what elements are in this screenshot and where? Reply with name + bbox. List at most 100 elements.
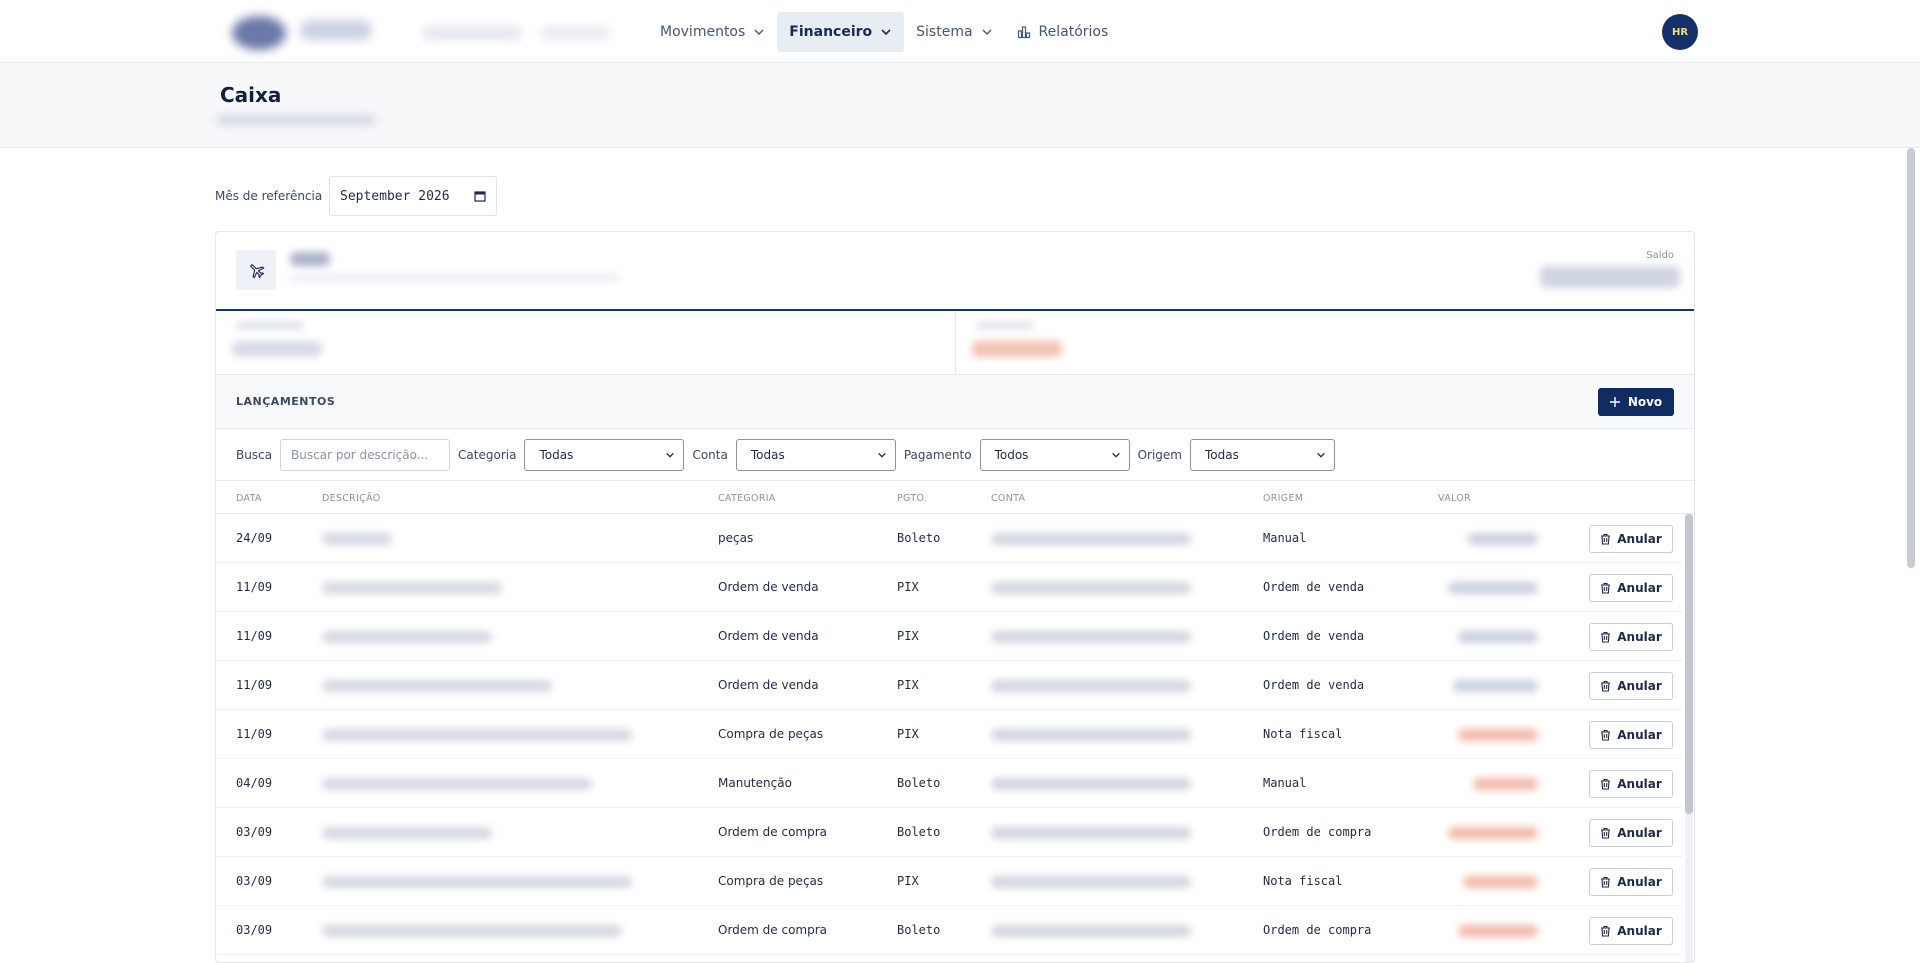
account-summary: Saldo: [216, 232, 1694, 311]
pagamento-value: Todos: [994, 447, 1029, 462]
row-categoria: Manutenção: [718, 776, 792, 790]
row-conta: [991, 582, 1191, 594]
table-header: DATA DESCRIÇÃO CATEGORIA PGTO. CONTA ORI…: [216, 481, 1694, 514]
row-pgto: Boleto: [897, 531, 941, 545]
row-categoria: Compra de peças: [718, 727, 824, 741]
row-valor: [1463, 876, 1538, 888]
categoria-select[interactable]: Todas: [524, 438, 685, 471]
table-row: 11/09 Ordem de venda PIX Ordem de venda Anul…: [216, 612, 1682, 661]
anular-button[interactable]: Anular: [1589, 868, 1673, 896]
bar-chart-icon: [1017, 26, 1030, 39]
nav-relatorios-label: Relatórios: [1038, 24, 1109, 40]
airplane-icon: [236, 250, 276, 290]
row-pgto: Boleto: [897, 825, 941, 839]
trash-icon: [1601, 680, 1611, 692]
origem-label: Origem: [1137, 447, 1182, 462]
user-avatar[interactable]: HR: [1662, 14, 1698, 50]
row-categoria: Compra de peças: [718, 874, 824, 888]
anular-button[interactable]: Anular: [1589, 819, 1673, 847]
row-categoria: peças: [718, 531, 754, 545]
row-descricao: [322, 680, 552, 692]
anular-button[interactable]: Anular: [1589, 917, 1673, 945]
main-nav: Movimentos Financeiro Sistema Relatórios: [648, 12, 1120, 52]
row-conta: [991, 876, 1191, 888]
row-conta: [991, 533, 1191, 545]
table-row: 03/09 Ordem de compra Boleto Ordem de compr…: [216, 808, 1682, 857]
nav-financeiro[interactable]: Financeiro: [777, 12, 905, 52]
col-conta: CONTA: [991, 493, 1026, 504]
table-scroll-thumb[interactable]: [1685, 514, 1693, 814]
row-origem: Ordem de compra: [1263, 923, 1372, 937]
anular-label: Anular: [1617, 532, 1662, 546]
nav-relatorios[interactable]: Relatórios: [1005, 12, 1121, 52]
anular-button[interactable]: Anular: [1589, 672, 1673, 700]
novo-button[interactable]: Novo: [1598, 388, 1674, 416]
pagamento-select[interactable]: Todos: [979, 438, 1130, 471]
entradas-value: [232, 341, 322, 357]
nav-sistema[interactable]: Sistema: [904, 12, 1004, 52]
trash-icon: [1601, 925, 1611, 937]
row-origem: Ordem de venda: [1263, 580, 1365, 594]
row-valor: [1458, 729, 1538, 741]
table-row: 03/09 Compra de peças PIX Nota fiscal Anular: [216, 857, 1682, 906]
nav-movimentos[interactable]: Movimentos: [648, 12, 777, 52]
row-valor: [1468, 533, 1538, 545]
main-content: Mês de referência September 2026 Saldo L…: [0, 148, 1920, 963]
row-data: 11/09: [236, 629, 273, 643]
row-pgto: PIX: [897, 874, 919, 888]
col-pgto: PGTO.: [897, 493, 928, 504]
nav-sistema-label: Sistema: [916, 24, 973, 40]
lancamentos-header: LANÇAMENTOS Novo: [216, 375, 1694, 429]
saldo-label: Saldo: [1646, 250, 1674, 261]
categoria-label: Categoria: [458, 447, 517, 462]
brand-logo[interactable]: [222, 8, 630, 62]
row-origem: Ordem de compra: [1263, 825, 1372, 839]
pagamento-label: Pagamento: [903, 447, 972, 462]
page-scrollbar[interactable]: [1906, 148, 1916, 963]
saldo-value: [1540, 266, 1680, 288]
trash-icon: [1601, 778, 1611, 790]
col-origem: ORIGEM: [1263, 493, 1304, 504]
anular-button[interactable]: Anular: [1589, 525, 1673, 553]
table-scrollbar[interactable]: [1685, 514, 1693, 962]
table-row: 11/09 Compra de peças PIX Nota fiscal Anular: [216, 710, 1682, 759]
trash-icon: [1601, 582, 1611, 594]
row-pgto: PIX: [897, 727, 919, 741]
account-subtitle: [290, 274, 620, 282]
breadcrumb: [216, 114, 376, 126]
monthly-stats: [216, 311, 1694, 375]
anular-label: Anular: [1617, 630, 1662, 644]
anular-button[interactable]: Anular: [1589, 721, 1673, 749]
conta-select[interactable]: Todas: [735, 438, 896, 471]
trash-icon: [1601, 729, 1611, 741]
row-descricao: [322, 827, 492, 839]
row-valor: [1458, 925, 1538, 937]
busca-input[interactable]: Buscar por descrição...: [280, 438, 451, 471]
reference-month-input[interactable]: September 2026: [329, 176, 497, 216]
row-conta: [991, 778, 1191, 790]
lancamentos-title: LANÇAMENTOS: [236, 395, 336, 408]
table-row: 24/09 peças Boleto Manual Anular: [216, 514, 1682, 563]
table-row: 04/09 Manutenção Boleto Manual Anular: [216, 759, 1682, 808]
row-data: 03/09: [236, 874, 273, 888]
reference-month-value: September 2026: [340, 188, 450, 204]
row-descricao: [322, 631, 492, 643]
anular-button[interactable]: Anular: [1589, 574, 1673, 602]
anular-button[interactable]: Anular: [1589, 623, 1673, 651]
categoria-value: Todas: [539, 447, 574, 462]
row-descricao: [322, 876, 632, 888]
row-origem: Nota fiscal: [1263, 874, 1343, 888]
calendar-icon[interactable]: [474, 190, 486, 202]
origem-select[interactable]: Todas: [1190, 438, 1335, 471]
page-scroll-thumb[interactable]: [1907, 148, 1915, 568]
anular-button[interactable]: Anular: [1589, 770, 1673, 798]
busca-label: Busca: [236, 447, 273, 462]
row-valor: [1473, 778, 1538, 790]
row-data: 03/09: [236, 923, 273, 937]
trash-icon: [1601, 827, 1611, 839]
col-valor: VALOR: [1438, 493, 1471, 504]
chevron-down-icon: [878, 452, 886, 458]
row-data: 24/09: [236, 531, 273, 545]
reference-month-label: Mês de referência: [215, 189, 323, 203]
entradas-label: [236, 322, 304, 329]
